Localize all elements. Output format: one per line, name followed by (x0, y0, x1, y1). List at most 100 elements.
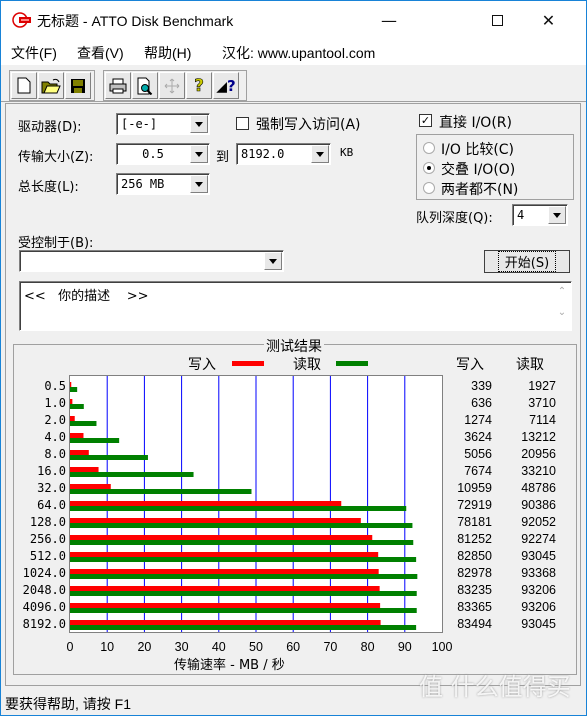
read-value: 13212 (521, 430, 556, 444)
chevron-down-icon[interactable] (311, 145, 329, 163)
write-bar (70, 620, 381, 625)
menu-file[interactable]: 文件(F) (11, 43, 57, 63)
legend-write-swatch (232, 361, 264, 366)
y-tick-label: 8.0 (44, 447, 66, 461)
read-bar (70, 557, 417, 562)
x-tick-label: 40 (211, 640, 226, 654)
legend-write-label: 写入 (188, 357, 216, 373)
transfer-from-value: 0.5 (142, 147, 164, 161)
y-tick-label: 4096.0 (22, 600, 66, 614)
neither-label: 两者都不(N) (441, 182, 519, 198)
write-value: 10959 (457, 481, 492, 495)
y-tick-label: 256.0 (29, 532, 66, 546)
print-button[interactable] (105, 72, 131, 99)
menu-bar: 文件(F) 查看(V) 帮助(H) 汉化: www.upantool.com (1, 39, 586, 65)
menu-credit: 汉化: www.upantool.com (222, 45, 376, 61)
minimize-button[interactable]: — (366, 1, 412, 39)
controlled-by-select[interactable] (19, 250, 284, 272)
context-help-button[interactable]: ◢? (213, 72, 239, 99)
open-button[interactable] (38, 72, 64, 99)
write-value: 83365 (457, 600, 492, 614)
chevron-down-icon[interactable] (190, 175, 208, 193)
read-bar (70, 455, 148, 460)
force-write-label: 强制写入访问(A) (256, 117, 361, 133)
description-textarea[interactable]: << 你的描述 >> ⌃ ⌄ (19, 281, 572, 331)
save-button[interactable] (65, 72, 91, 99)
queue-depth-select[interactable]: 4 (512, 204, 568, 226)
chevron-down-icon[interactable] (264, 252, 282, 270)
overlapped-io-radio[interactable] (423, 162, 435, 174)
chart-plot-area (69, 375, 443, 633)
io-compare-radio[interactable] (423, 142, 435, 154)
help-button[interactable]: ? (186, 72, 212, 99)
chevron-down-icon[interactable] (190, 145, 208, 163)
x-tick-label: 20 (137, 640, 152, 654)
read-value: 93368 (521, 566, 556, 580)
write-bar (70, 484, 111, 489)
scroll-up-icon[interactable]: ⌃ (553, 286, 571, 297)
write-bar (70, 450, 89, 455)
y-tick-label: 1024.0 (22, 566, 66, 580)
neither-radio[interactable] (423, 182, 435, 194)
description-scrollbar[interactable]: ⌃ ⌄ (553, 282, 571, 330)
read-value: 92274 (521, 532, 556, 546)
read-value: 20956 (521, 447, 556, 461)
start-button-label: 开始(S) (497, 251, 557, 272)
title-bar[interactable]: 无标题 - ATTO Disk Benchmark — ✕ (1, 1, 586, 39)
write-bar (70, 552, 379, 557)
write-value: 83235 (457, 583, 492, 597)
write-bar (70, 416, 75, 421)
force-write-checkbox[interactable] (236, 117, 249, 130)
drive-select[interactable]: [-e-] (116, 113, 210, 135)
write-value: 82850 (457, 549, 492, 563)
legend-read-swatch (336, 361, 368, 366)
write-bar (70, 586, 380, 591)
overlapped-io-label: 交叠 I/O(O) (441, 162, 516, 178)
help-icon: ? (194, 75, 204, 96)
scroll-down-icon[interactable]: ⌄ (553, 307, 571, 318)
close-button[interactable]: ✕ (511, 1, 586, 39)
atto-logo-icon (12, 12, 31, 28)
transfer-size-label: 传输大小(Z): (18, 150, 94, 165)
x-tick-label: 50 (249, 640, 263, 654)
transfer-size-to-select[interactable]: 8192.0 (236, 143, 331, 165)
to-label: 到 (216, 150, 230, 165)
chevron-down-icon[interactable] (548, 206, 566, 224)
write-value: 72919 (457, 498, 492, 512)
legend-read-label: 读取 (293, 357, 321, 373)
read-bar (70, 506, 407, 511)
transfer-to-value: 8192.0 (241, 147, 285, 161)
menu-view[interactable]: 查看(V) (77, 43, 124, 63)
y-tick-label: 0.5 (44, 379, 66, 393)
read-bar (70, 404, 84, 409)
new-icon (17, 77, 31, 94)
transfer-size-from-select[interactable]: 0.5 (116, 143, 210, 165)
write-bar (70, 399, 73, 404)
write-value: 3624 (464, 430, 492, 444)
minimize-icon: — (381, 10, 397, 30)
start-button[interactable]: 开始(S) (484, 250, 570, 273)
read-value: 48786 (521, 481, 556, 495)
chevron-down-icon[interactable] (190, 115, 208, 133)
watermark: 值 什么值得买 (419, 673, 571, 701)
status-text: 要获得帮助, 请按 F1 (5, 696, 132, 712)
write-bar (70, 603, 381, 608)
write-bar (70, 382, 72, 387)
print-preview-button[interactable] (132, 72, 158, 99)
write-bar (70, 569, 379, 574)
new-button[interactable] (11, 72, 37, 99)
read-bar (70, 540, 414, 545)
read-value: 92052 (521, 515, 556, 529)
menu-help[interactable]: 帮助(H) (144, 43, 191, 63)
read-bar (70, 523, 413, 528)
move-button[interactable] (159, 72, 185, 99)
total-length-select[interactable]: 256 MB (116, 173, 210, 195)
write-column-header: 写入 (456, 357, 484, 373)
context-help-icon: ◢? (216, 76, 236, 95)
x-tick-label: 70 (323, 640, 338, 654)
direct-io-checkbox[interactable]: ✓ (419, 114, 432, 127)
chart-svg (70, 376, 418, 632)
results-title: 测试结果 (264, 336, 324, 356)
read-column-header: 读取 (516, 357, 544, 373)
y-tick-label: 2.0 (44, 413, 66, 427)
